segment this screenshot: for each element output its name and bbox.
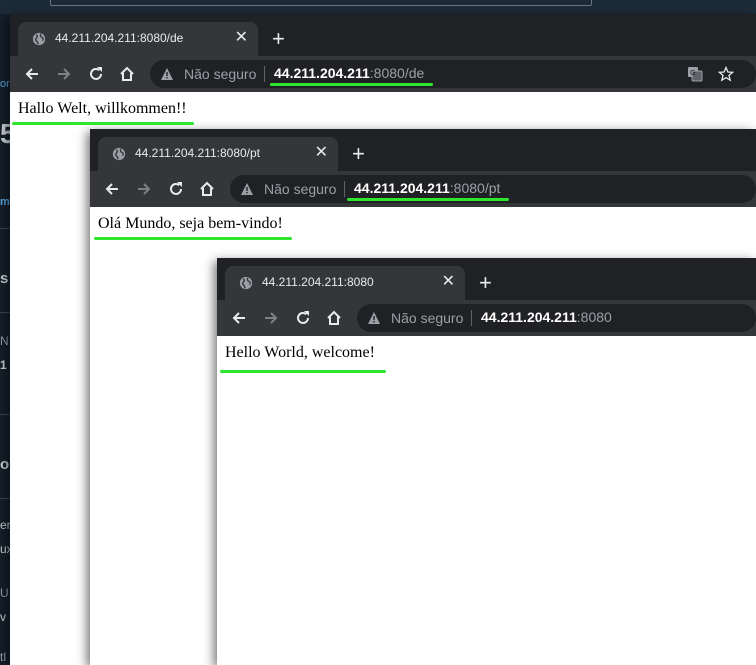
background-app-panel: or 5 m s N 1 or er ux U v tl: [0, 14, 16, 665]
url-host: 44.211.204.211: [481, 309, 577, 325]
background-fragment: v: [0, 610, 6, 624]
divider: [264, 66, 265, 82]
background-fragment: 1: [0, 358, 7, 372]
plus-icon[interactable]: +: [479, 272, 492, 294]
svg-text:G: G: [690, 69, 695, 77]
url-host: 44.211.204.211: [354, 180, 450, 196]
globe-icon: [32, 32, 46, 46]
home-icon[interactable]: [325, 309, 343, 327]
divider: [0, 498, 10, 499]
globe-icon: [239, 276, 253, 290]
url-text[interactable]: 44.211.204.211:8080/pt: [354, 180, 500, 196]
reload-icon[interactable]: [294, 309, 312, 327]
background-fragment: or: [0, 78, 10, 90]
page-text: Olá Mundo, seja bem-vindo!: [98, 215, 283, 232]
forward-icon[interactable]: [262, 309, 280, 327]
url-highlight-underline: [270, 83, 433, 86]
background-app-topbar: [0, 0, 756, 14]
globe-icon: [112, 147, 126, 161]
divider: [0, 228, 10, 229]
home-icon[interactable]: [198, 180, 216, 198]
background-search-input[interactable]: [50, 0, 592, 6]
tab-title: 44.211.204.211:8080/pt: [135, 146, 261, 160]
warning-icon[interactable]: [367, 311, 381, 325]
address-bar[interactable]: Não seguro 44.211.204.211:8080: [357, 304, 756, 332]
address-bar[interactable]: Não seguro 44.211.204.211:8080/de G: [150, 60, 756, 88]
tab-title: 44.211.204.211:8080: [262, 275, 374, 289]
text-highlight-underline: [220, 370, 386, 373]
background-fragment: tl: [0, 650, 6, 664]
home-icon[interactable]: [118, 65, 136, 83]
url-path: :8080/pt: [449, 180, 501, 196]
page-text: Hallo Welt, willkommen!!: [18, 100, 187, 117]
text-highlight-underline: [94, 237, 292, 240]
forward-icon[interactable]: [55, 65, 73, 83]
plus-icon[interactable]: +: [272, 28, 285, 50]
security-label[interactable]: Não seguro: [264, 181, 336, 197]
divider: [344, 181, 345, 197]
browser-tab[interactable]: 44.211.204.211:8080 ✕: [225, 266, 465, 300]
close-icon[interactable]: ✕: [315, 144, 328, 162]
back-icon[interactable]: [230, 309, 248, 327]
tab-strip: 44.211.204.211:8080 ✕ +: [217, 258, 756, 300]
url-highlight-underline: [347, 198, 509, 201]
plus-icon[interactable]: +: [352, 143, 365, 165]
url-text[interactable]: 44.211.204.211:8080/de: [274, 65, 424, 81]
divider: [471, 310, 472, 326]
reload-icon[interactable]: [167, 180, 185, 198]
browser-toolbar: Não seguro 44.211.204.211:8080/de G: [10, 56, 756, 92]
translate-icon[interactable]: G: [687, 66, 703, 82]
star-icon[interactable]: [718, 66, 734, 82]
tab-title: 44.211.204.211:8080/de: [55, 31, 184, 45]
background-fragment: m: [0, 196, 10, 208]
security-label[interactable]: Não seguro: [184, 66, 256, 82]
close-icon[interactable]: ✕: [442, 273, 455, 291]
url-host: 44.211.204.211: [274, 65, 370, 81]
url-path: :8080: [576, 309, 612, 325]
page-content: Hello World, welcome!: [217, 336, 756, 665]
tab-strip: 44.211.204.211:8080/de ✕ +: [10, 14, 756, 56]
back-icon[interactable]: [23, 65, 41, 83]
text-highlight-underline: [12, 122, 194, 125]
warning-icon[interactable]: [240, 182, 254, 196]
browser-toolbar: Não seguro 44.211.204.211:8080: [217, 300, 756, 336]
background-fragment: s: [0, 270, 9, 287]
security-label[interactable]: Não seguro: [391, 310, 463, 326]
warning-icon[interactable]: [160, 67, 174, 81]
background-fragment: U: [0, 586, 9, 600]
url-text[interactable]: 44.211.204.211:8080: [481, 309, 612, 325]
url-path: :8080/de: [369, 65, 425, 81]
divider: [0, 312, 10, 313]
reload-icon[interactable]: [87, 65, 105, 83]
tab-strip: 44.211.204.211:8080/pt ✕ +: [90, 129, 756, 171]
back-icon[interactable]: [103, 180, 121, 198]
browser-window-en: 44.211.204.211:8080 ✕ + Não seguro 44.21…: [217, 258, 756, 665]
browser-tab[interactable]: 44.211.204.211:8080/pt ✕: [98, 137, 338, 171]
browser-toolbar: Não seguro 44.211.204.211:8080/pt: [90, 171, 756, 207]
background-fragment: N: [0, 334, 9, 348]
divider: [0, 414, 10, 415]
page-text: Hello World, welcome!: [225, 344, 375, 361]
browser-tab[interactable]: 44.211.204.211:8080/de ✕: [18, 22, 258, 56]
forward-icon[interactable]: [135, 180, 153, 198]
close-icon[interactable]: ✕: [235, 29, 248, 47]
